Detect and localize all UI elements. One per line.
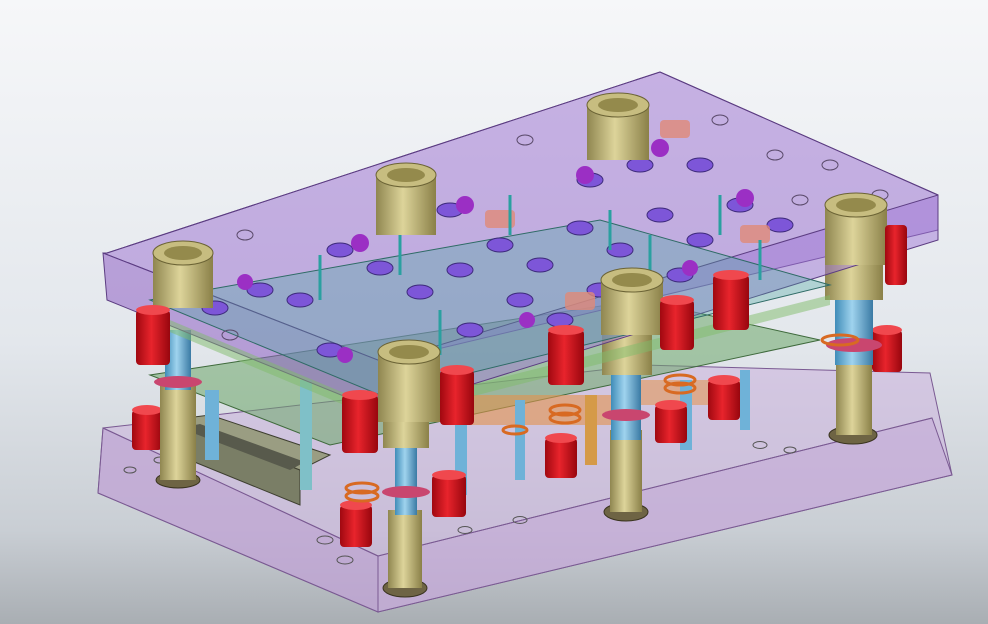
bushing-back-right[interactable]	[586, 92, 650, 160]
bushing-front-middle[interactable]	[600, 267, 664, 335]
bushing-front-left[interactable]	[377, 339, 441, 422]
die-set-3d-model[interactable]	[0, 0, 988, 624]
bushing-back-center[interactable]	[375, 162, 437, 235]
cad-viewport[interactable]	[0, 0, 988, 624]
bushing-right[interactable]	[824, 192, 888, 265]
bushing-left[interactable]	[152, 240, 214, 308]
